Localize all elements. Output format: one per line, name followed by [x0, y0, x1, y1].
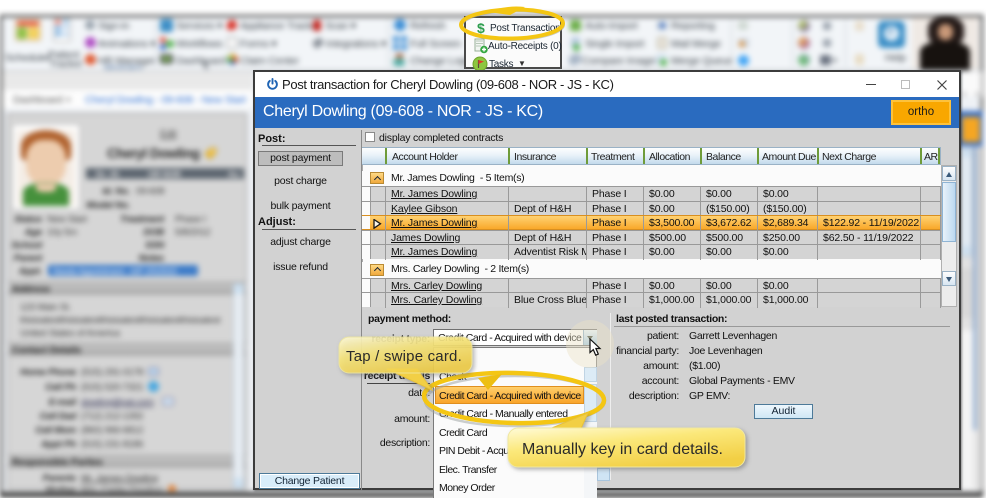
svg-text:Manually key in card details.: Manually key in card details. [522, 441, 723, 458]
svg-text:Tap / swipe card.: Tap / swipe card. [346, 348, 462, 365]
